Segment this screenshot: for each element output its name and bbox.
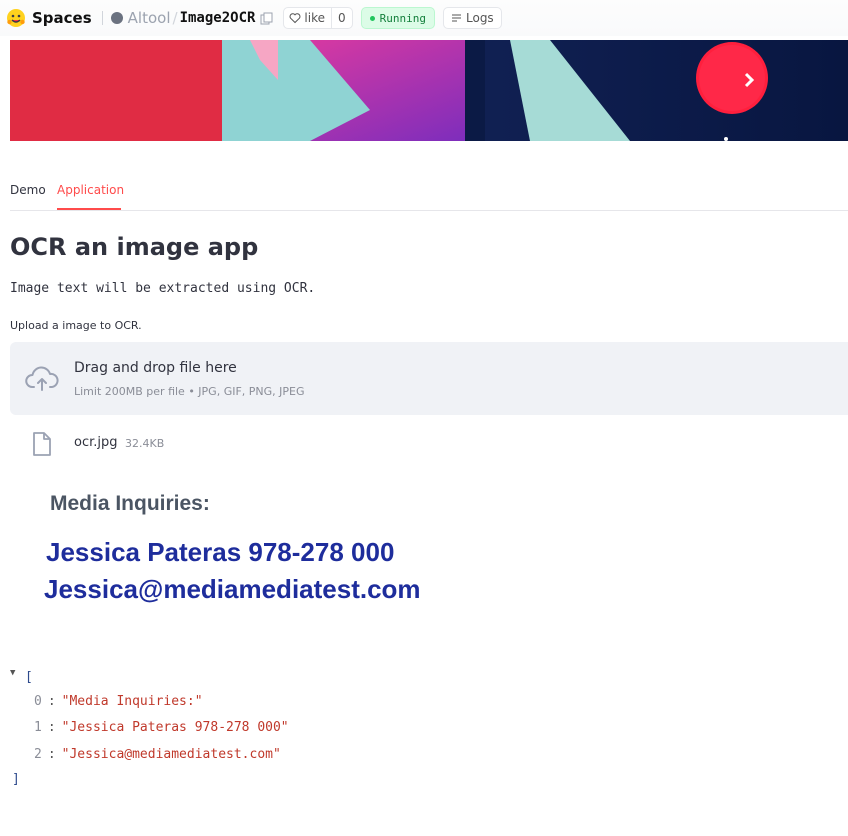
logs-label: Logs	[466, 11, 494, 25]
tab-bar: Demo Application	[10, 176, 848, 211]
file-name: ocr.jpg	[74, 435, 118, 450]
json-value: "Jessica Pateras 978-278 000"	[61, 720, 289, 735]
heart-icon	[290, 13, 301, 24]
dropzone-subtitle: Limit 200MB per file • JPG, GIF, PNG, JP…	[74, 385, 305, 398]
json-close-bracket: ]	[12, 772, 20, 787]
owner-link[interactable]: Altool	[128, 9, 171, 27]
ocr-image-line: Jessica@mediamediatest.com	[44, 574, 421, 604]
json-index: 0	[34, 694, 42, 709]
file-size: 32.4KB	[125, 437, 165, 450]
file-icon	[33, 432, 51, 456]
page-title: OCR an image app	[10, 233, 259, 261]
spaces-link[interactable]: Spaces	[32, 9, 92, 27]
owner-avatar	[110, 12, 123, 24]
json-index: 2	[34, 747, 42, 762]
hugging-face-logo-icon[interactable]	[6, 8, 26, 28]
ocr-image-line: Media Inquiries:	[50, 492, 210, 515]
like-count: 0	[331, 8, 352, 28]
divider	[101, 11, 103, 25]
file-dropzone[interactable]: Drag and drop file here Limit 200MB per …	[10, 342, 848, 415]
active-tab-indicator	[57, 208, 121, 210]
path-separator: /	[172, 9, 178, 27]
json-item: 0: "Media Inquiries:"	[34, 694, 203, 709]
like-button[interactable]: like 0	[283, 7, 353, 29]
top-bar: Spaces Altool / Image2OCR like 0 Running…	[0, 0, 848, 36]
json-item: 2: "Jessica@mediamediatest.com"	[34, 747, 281, 762]
ocr-source-image: Media Inquiries: Jessica Pateras 978-278…	[30, 478, 490, 628]
status-badge: Running	[360, 7, 435, 29]
status-dot-icon	[369, 15, 375, 21]
app-description: Image text will be extracted using OCR.	[10, 281, 316, 296]
like-label: like	[304, 11, 325, 25]
json-value: "Media Inquiries:"	[61, 694, 203, 709]
json-open-bracket: [	[25, 670, 33, 685]
logs-button[interactable]: Logs	[443, 7, 502, 29]
copy-icon[interactable]	[260, 12, 273, 25]
dropzone-title: Drag and drop file here	[74, 360, 237, 376]
cloud-upload-icon	[25, 366, 59, 391]
banner-image	[10, 40, 848, 141]
status-text: Running	[379, 11, 426, 25]
json-index: 1	[34, 720, 42, 735]
repo-name[interactable]: Image2OCR	[180, 10, 256, 26]
json-item: 1: "Jessica Pateras 978-278 000"	[34, 720, 289, 735]
ocr-image-line: Jessica Pateras 978-278 000	[46, 537, 395, 567]
json-value: "Jessica@mediamediatest.com"	[61, 747, 281, 762]
upload-label: Upload a image to OCR.	[10, 319, 142, 332]
tab-application[interactable]: Application	[57, 183, 124, 197]
caret-down-icon[interactable]: ▼	[10, 668, 15, 678]
tab-demo[interactable]: Demo	[10, 183, 46, 197]
logs-icon	[452, 14, 461, 21]
